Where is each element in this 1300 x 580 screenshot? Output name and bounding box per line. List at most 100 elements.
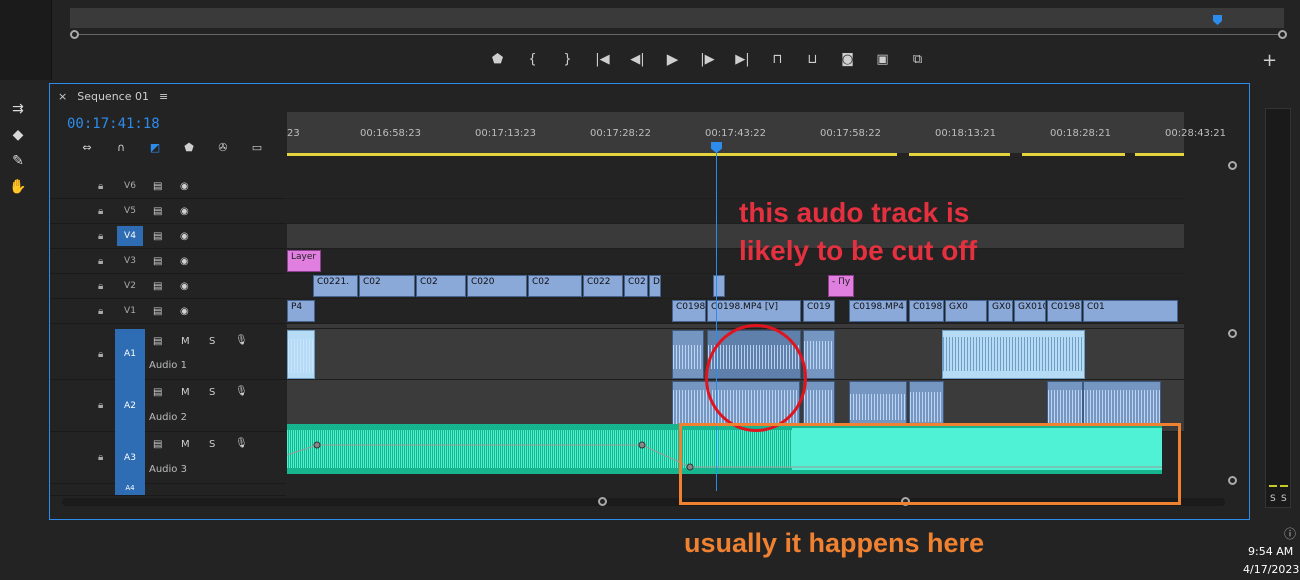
vertical-scroll-handle[interactable]	[1228, 329, 1237, 338]
eye-icon[interactable]: ◉	[180, 281, 189, 292]
playhead-timecode[interactable]: 00:17:41:18	[67, 116, 160, 132]
clip[interactable]: C0198.MP4 [V]	[707, 300, 801, 322]
step-back-icon[interactable]: ◀|	[620, 48, 655, 70]
sync-lock-icon[interactable]: ▤	[153, 387, 162, 398]
sync-lock-icon[interactable]: ▤	[153, 336, 162, 347]
wrench-icon[interactable]: ✇	[206, 139, 240, 155]
lane-v3[interactable]	[287, 249, 1184, 274]
clip[interactable]: C022	[583, 275, 623, 297]
microphone-icon[interactable]: 🎙︎	[235, 386, 248, 397]
scroll-handle-left[interactable]	[598, 497, 607, 506]
camera-icon[interactable]: ◙	[830, 48, 865, 70]
clip[interactable]: C02	[624, 275, 648, 297]
lock-icon[interactable]: 🔒︎	[98, 349, 103, 360]
clip[interactable]: C019	[803, 300, 835, 322]
track-target[interactable]: A4	[115, 484, 145, 495]
solo-right-button[interactable]: S	[1281, 494, 1287, 504]
sequence-tab[interactable]: × Sequence 01 ≡	[58, 90, 168, 103]
track-name[interactable]: V5	[117, 206, 143, 216]
play-icon[interactable]: ▶	[655, 48, 690, 70]
solo-button[interactable]: S	[209, 336, 215, 347]
clip[interactable]	[713, 275, 725, 297]
add-marker-icon[interactable]: ⬟	[172, 139, 206, 155]
lift-icon[interactable]: ⊓	[760, 48, 795, 70]
zoom-handle-right[interactable]	[1278, 30, 1287, 39]
track-name[interactable]: V3	[117, 256, 143, 266]
clip[interactable]: C0221.	[313, 275, 358, 297]
lock-icon[interactable]: 🔒︎	[98, 306, 103, 317]
clip[interactable]: GX0	[945, 300, 987, 322]
mute-button[interactable]: M	[181, 336, 190, 347]
vertical-scroll-handle[interactable]	[1228, 161, 1237, 170]
clip[interactable]: C02	[528, 275, 582, 297]
lock-icon[interactable]: 🔒︎	[98, 181, 103, 192]
sync-lock-icon[interactable]: ▤	[153, 231, 162, 242]
panel-menu-icon[interactable]: ≡	[159, 90, 168, 103]
track-name[interactable]: V2	[117, 281, 143, 291]
audio-clip[interactable]	[803, 330, 835, 379]
eye-icon[interactable]: ◉	[180, 306, 189, 317]
out-point-icon[interactable]: }	[550, 48, 585, 70]
hand-icon[interactable]: ✋	[0, 174, 36, 200]
track-name[interactable]: V4	[117, 226, 143, 246]
go-to-out-icon[interactable]: ▶|	[725, 48, 760, 70]
sync-lock-icon[interactable]: ▤	[153, 206, 162, 217]
lock-icon[interactable]: 🔒︎	[98, 231, 103, 242]
lock-icon[interactable]: 🔒︎	[98, 256, 103, 267]
compare-icon[interactable]: ▣	[865, 48, 900, 70]
clock-time[interactable]: 9:54 AM	[1248, 545, 1293, 558]
work-area-bar[interactable]	[287, 153, 1184, 156]
audio-clip[interactable]	[672, 330, 704, 379]
track-name[interactable]: V1	[117, 306, 143, 316]
track-select-icon[interactable]: ⇉	[0, 96, 36, 122]
solo-button[interactable]: S	[209, 439, 215, 450]
linked-selection-icon[interactable]: ◩	[138, 139, 172, 155]
lane-v5[interactable]	[287, 199, 1184, 224]
eye-icon[interactable]: ◉	[180, 181, 189, 192]
zoom-handle-left[interactable]	[70, 30, 79, 39]
time-ruler[interactable]: 23 00:16:58:23 00:17:13:23 00:17:28:22 0…	[287, 112, 1226, 156]
clip[interactable]: Layer	[287, 250, 321, 272]
microphone-icon[interactable]: 🎙︎	[235, 438, 248, 449]
extract-icon[interactable]: ⊔	[795, 48, 830, 70]
step-forward-icon[interactable]: |▶	[690, 48, 725, 70]
clip[interactable]: C01	[1083, 300, 1178, 322]
add-button[interactable]: +	[1262, 50, 1277, 71]
lock-icon[interactable]: 🔒︎	[98, 281, 103, 292]
go-to-in-icon[interactable]: |◀	[585, 48, 620, 70]
clip[interactable]: C02	[359, 275, 415, 297]
eye-icon[interactable]: ◉	[180, 206, 189, 217]
solo-left-button[interactable]: S	[1270, 494, 1276, 504]
lock-icon[interactable]: 🔒︎	[98, 400, 103, 411]
clip[interactable]: GX010	[1014, 300, 1046, 322]
track-target[interactable]: A1	[115, 329, 145, 380]
sync-lock-icon[interactable]: ▤	[153, 181, 162, 192]
clip[interactable]: C0198.	[909, 300, 944, 322]
clip[interactable]: C0198	[1047, 300, 1082, 322]
audio-clip[interactable]	[942, 330, 1085, 379]
clip[interactable]: C02	[416, 275, 466, 297]
lock-icon[interactable]: 🔒︎	[98, 206, 103, 217]
clip[interactable]: C0198.MP4	[849, 300, 907, 322]
clip[interactable]: - Пу	[828, 275, 854, 297]
clip[interactable]: GX0	[988, 300, 1013, 322]
pen-icon[interactable]: ✎	[0, 148, 36, 174]
program-scrub-bar[interactable]	[70, 8, 1284, 28]
track-target[interactable]: A2	[115, 380, 145, 432]
in-point-icon[interactable]: {	[515, 48, 550, 70]
microphone-icon[interactable]: 🎙︎	[235, 335, 248, 346]
sync-lock-icon[interactable]: ▤	[153, 439, 162, 450]
sync-lock-icon[interactable]: ▤	[153, 256, 162, 267]
clock-date[interactable]: 4/17/2023	[1243, 563, 1299, 576]
clip[interactable]: C0198	[672, 300, 706, 322]
sync-lock-icon[interactable]: ▤	[153, 306, 162, 317]
clip[interactable]: Di	[649, 275, 661, 297]
razor-icon[interactable]: ◆	[0, 122, 36, 148]
close-tab-icon[interactable]: ×	[58, 90, 67, 103]
track-name[interactable]: V6	[117, 181, 143, 191]
mute-button[interactable]: M	[181, 387, 190, 398]
toggle-proxies-icon[interactable]: ⧉	[900, 48, 935, 70]
audio-clip[interactable]	[287, 330, 315, 379]
vertical-scroll-handle[interactable]	[1228, 476, 1237, 485]
eye-icon[interactable]: ◉	[180, 231, 189, 242]
